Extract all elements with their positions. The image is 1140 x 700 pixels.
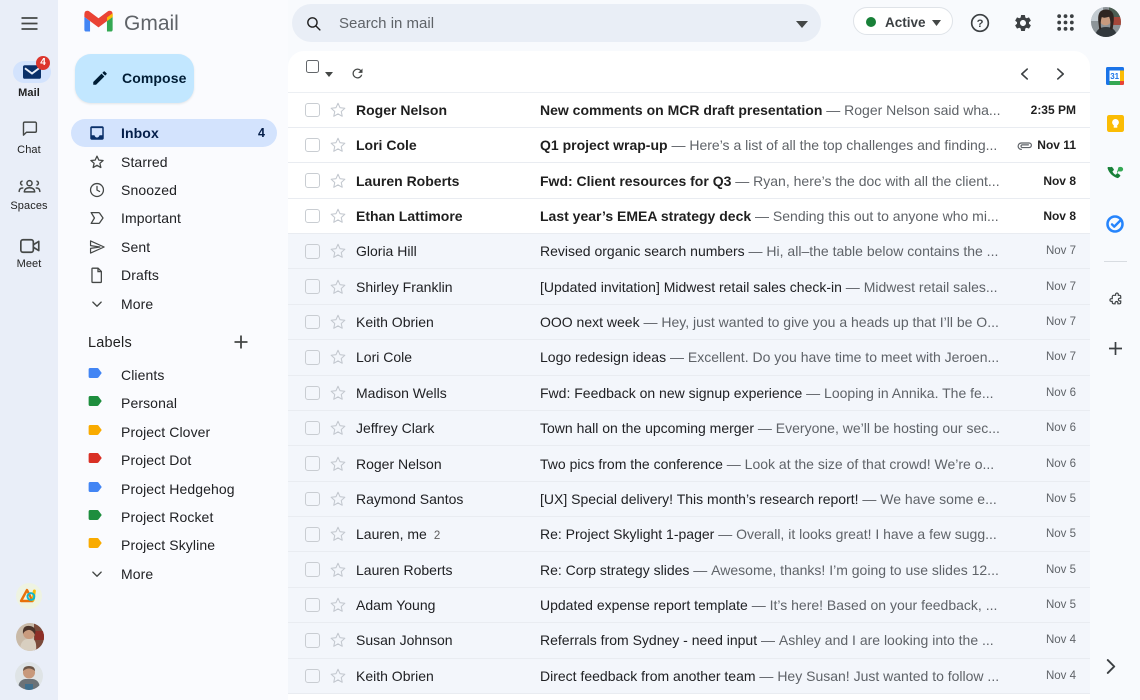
svg-text:31: 31 [1110,72,1119,81]
svg-text:?: ? [977,18,984,30]
